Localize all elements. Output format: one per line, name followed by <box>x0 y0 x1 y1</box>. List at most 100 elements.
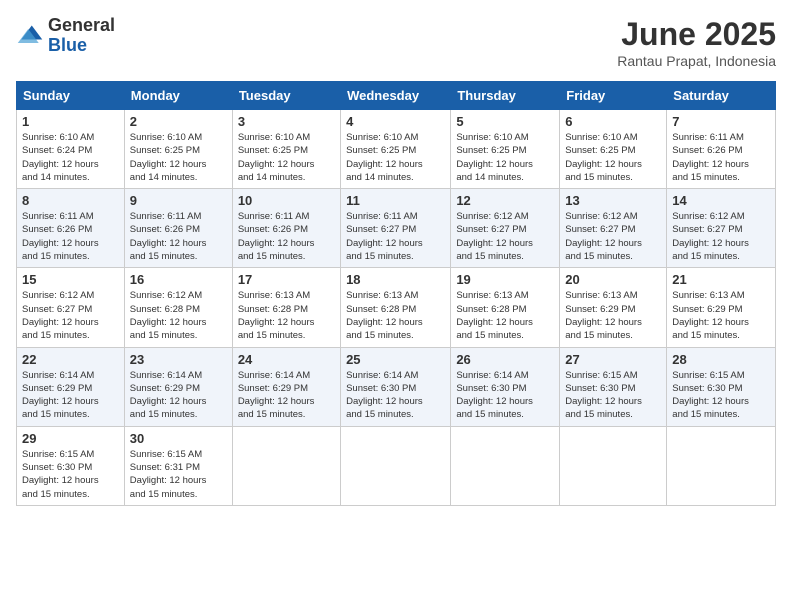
day-info: Sunrise: 6:14 AM Sunset: 6:30 PM Dayligh… <box>456 369 554 422</box>
calendar-day-cell: 1 Sunrise: 6:10 AM Sunset: 6:24 PM Dayli… <box>17 110 125 189</box>
calendar-week-row: 1 Sunrise: 6:10 AM Sunset: 6:24 PM Dayli… <box>17 110 776 189</box>
calendar-week-row: 22 Sunrise: 6:14 AM Sunset: 6:29 PM Dayl… <box>17 347 776 426</box>
calendar-day-cell: 20 Sunrise: 6:13 AM Sunset: 6:29 PM Dayl… <box>560 268 667 347</box>
day-info: Sunrise: 6:10 AM Sunset: 6:24 PM Dayligh… <box>22 131 119 184</box>
calendar-day-cell: 17 Sunrise: 6:13 AM Sunset: 6:28 PM Dayl… <box>232 268 340 347</box>
calendar-day-cell: 19 Sunrise: 6:13 AM Sunset: 6:28 PM Dayl… <box>451 268 560 347</box>
calendar-table: SundayMondayTuesdayWednesdayThursdayFrid… <box>16 81 776 506</box>
calendar-day-cell: 27 Sunrise: 6:15 AM Sunset: 6:30 PM Dayl… <box>560 347 667 426</box>
day-number: 21 <box>672 272 770 287</box>
calendar-day-cell: 28 Sunrise: 6:15 AM Sunset: 6:30 PM Dayl… <box>667 347 776 426</box>
day-number: 13 <box>565 193 661 208</box>
logo-blue: Blue <box>48 36 115 56</box>
day-info: Sunrise: 6:12 AM Sunset: 6:27 PM Dayligh… <box>672 210 770 263</box>
day-number: 23 <box>130 352 227 367</box>
day-number: 19 <box>456 272 554 287</box>
day-number: 17 <box>238 272 335 287</box>
day-info: Sunrise: 6:14 AM Sunset: 6:29 PM Dayligh… <box>22 369 119 422</box>
weekday-header-tuesday: Tuesday <box>232 82 340 110</box>
day-info: Sunrise: 6:13 AM Sunset: 6:29 PM Dayligh… <box>565 289 661 342</box>
day-info: Sunrise: 6:10 AM Sunset: 6:25 PM Dayligh… <box>565 131 661 184</box>
day-number: 16 <box>130 272 227 287</box>
day-info: Sunrise: 6:12 AM Sunset: 6:27 PM Dayligh… <box>456 210 554 263</box>
day-info: Sunrise: 6:11 AM Sunset: 6:27 PM Dayligh… <box>346 210 445 263</box>
calendar-day-cell: 3 Sunrise: 6:10 AM Sunset: 6:25 PM Dayli… <box>232 110 340 189</box>
weekday-header-wednesday: Wednesday <box>341 82 451 110</box>
day-info: Sunrise: 6:10 AM Sunset: 6:25 PM Dayligh… <box>238 131 335 184</box>
calendar-week-row: 29 Sunrise: 6:15 AM Sunset: 6:30 PM Dayl… <box>17 426 776 505</box>
calendar-week-row: 8 Sunrise: 6:11 AM Sunset: 6:26 PM Dayli… <box>17 189 776 268</box>
calendar-header-row: SundayMondayTuesdayWednesdayThursdayFrid… <box>17 82 776 110</box>
day-number: 4 <box>346 114 445 129</box>
day-info: Sunrise: 6:13 AM Sunset: 6:29 PM Dayligh… <box>672 289 770 342</box>
day-number: 26 <box>456 352 554 367</box>
weekday-header-saturday: Saturday <box>667 82 776 110</box>
day-info: Sunrise: 6:10 AM Sunset: 6:25 PM Dayligh… <box>130 131 227 184</box>
day-info: Sunrise: 6:12 AM Sunset: 6:27 PM Dayligh… <box>22 289 119 342</box>
day-number: 22 <box>22 352 119 367</box>
day-info: Sunrise: 6:15 AM Sunset: 6:30 PM Dayligh… <box>22 448 119 501</box>
calendar-day-cell: 6 Sunrise: 6:10 AM Sunset: 6:25 PM Dayli… <box>560 110 667 189</box>
weekday-header-friday: Friday <box>560 82 667 110</box>
calendar-day-cell: 16 Sunrise: 6:12 AM Sunset: 6:28 PM Dayl… <box>124 268 232 347</box>
day-number: 27 <box>565 352 661 367</box>
day-info: Sunrise: 6:10 AM Sunset: 6:25 PM Dayligh… <box>456 131 554 184</box>
weekday-header-monday: Monday <box>124 82 232 110</box>
day-info: Sunrise: 6:14 AM Sunset: 6:29 PM Dayligh… <box>130 369 227 422</box>
day-info: Sunrise: 6:11 AM Sunset: 6:26 PM Dayligh… <box>238 210 335 263</box>
day-number: 30 <box>130 431 227 446</box>
day-info: Sunrise: 6:13 AM Sunset: 6:28 PM Dayligh… <box>238 289 335 342</box>
calendar-day-cell: 23 Sunrise: 6:14 AM Sunset: 6:29 PM Dayl… <box>124 347 232 426</box>
day-number: 14 <box>672 193 770 208</box>
weekday-header-thursday: Thursday <box>451 82 560 110</box>
day-info: Sunrise: 6:14 AM Sunset: 6:30 PM Dayligh… <box>346 369 445 422</box>
weekday-header-sunday: Sunday <box>17 82 125 110</box>
day-info: Sunrise: 6:13 AM Sunset: 6:28 PM Dayligh… <box>456 289 554 342</box>
logo-icon <box>16 22 44 50</box>
day-info: Sunrise: 6:14 AM Sunset: 6:29 PM Dayligh… <box>238 369 335 422</box>
day-number: 6 <box>565 114 661 129</box>
calendar-day-cell: 24 Sunrise: 6:14 AM Sunset: 6:29 PM Dayl… <box>232 347 340 426</box>
day-info: Sunrise: 6:11 AM Sunset: 6:26 PM Dayligh… <box>672 131 770 184</box>
calendar-day-cell <box>341 426 451 505</box>
calendar-day-cell: 10 Sunrise: 6:11 AM Sunset: 6:26 PM Dayl… <box>232 189 340 268</box>
day-info: Sunrise: 6:10 AM Sunset: 6:25 PM Dayligh… <box>346 131 445 184</box>
calendar-day-cell <box>451 426 560 505</box>
calendar-day-cell: 8 Sunrise: 6:11 AM Sunset: 6:26 PM Dayli… <box>17 189 125 268</box>
calendar-day-cell: 22 Sunrise: 6:14 AM Sunset: 6:29 PM Dayl… <box>17 347 125 426</box>
day-info: Sunrise: 6:12 AM Sunset: 6:27 PM Dayligh… <box>565 210 661 263</box>
calendar-day-cell <box>232 426 340 505</box>
calendar-day-cell: 26 Sunrise: 6:14 AM Sunset: 6:30 PM Dayl… <box>451 347 560 426</box>
day-number: 3 <box>238 114 335 129</box>
day-number: 9 <box>130 193 227 208</box>
day-info: Sunrise: 6:12 AM Sunset: 6:28 PM Dayligh… <box>130 289 227 342</box>
calendar-day-cell: 7 Sunrise: 6:11 AM Sunset: 6:26 PM Dayli… <box>667 110 776 189</box>
calendar-day-cell: 29 Sunrise: 6:15 AM Sunset: 6:30 PM Dayl… <box>17 426 125 505</box>
day-number: 15 <box>22 272 119 287</box>
calendar-day-cell: 18 Sunrise: 6:13 AM Sunset: 6:28 PM Dayl… <box>341 268 451 347</box>
calendar-day-cell: 2 Sunrise: 6:10 AM Sunset: 6:25 PM Dayli… <box>124 110 232 189</box>
calendar-day-cell: 9 Sunrise: 6:11 AM Sunset: 6:26 PM Dayli… <box>124 189 232 268</box>
calendar-day-cell: 13 Sunrise: 6:12 AM Sunset: 6:27 PM Dayl… <box>560 189 667 268</box>
day-number: 2 <box>130 114 227 129</box>
day-number: 10 <box>238 193 335 208</box>
calendar-day-cell: 25 Sunrise: 6:14 AM Sunset: 6:30 PM Dayl… <box>341 347 451 426</box>
calendar-day-cell: 4 Sunrise: 6:10 AM Sunset: 6:25 PM Dayli… <box>341 110 451 189</box>
calendar-day-cell: 14 Sunrise: 6:12 AM Sunset: 6:27 PM Dayl… <box>667 189 776 268</box>
page-header: General Blue June 2025 Rantau Prapat, In… <box>16 16 776 69</box>
day-number: 5 <box>456 114 554 129</box>
day-number: 24 <box>238 352 335 367</box>
day-number: 28 <box>672 352 770 367</box>
day-number: 18 <box>346 272 445 287</box>
day-info: Sunrise: 6:11 AM Sunset: 6:26 PM Dayligh… <box>130 210 227 263</box>
subtitle: Rantau Prapat, Indonesia <box>617 53 776 69</box>
day-info: Sunrise: 6:15 AM Sunset: 6:31 PM Dayligh… <box>130 448 227 501</box>
calendar-day-cell <box>667 426 776 505</box>
calendar-day-cell: 30 Sunrise: 6:15 AM Sunset: 6:31 PM Dayl… <box>124 426 232 505</box>
day-number: 29 <box>22 431 119 446</box>
day-number: 1 <box>22 114 119 129</box>
day-info: Sunrise: 6:13 AM Sunset: 6:28 PM Dayligh… <box>346 289 445 342</box>
day-number: 12 <box>456 193 554 208</box>
calendar-day-cell: 11 Sunrise: 6:11 AM Sunset: 6:27 PM Dayl… <box>341 189 451 268</box>
day-info: Sunrise: 6:15 AM Sunset: 6:30 PM Dayligh… <box>565 369 661 422</box>
